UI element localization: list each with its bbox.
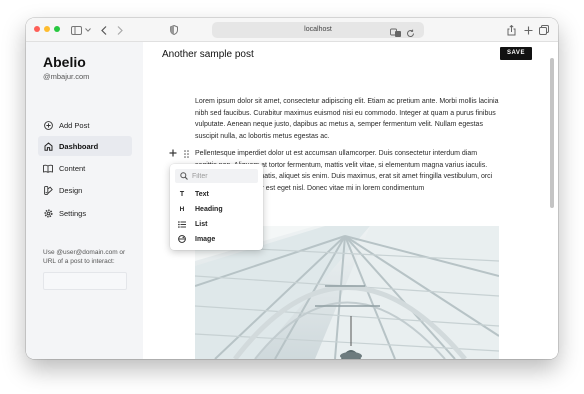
add-block-icon[interactable] bbox=[169, 149, 177, 157]
post-title[interactable]: Another sample post bbox=[162, 49, 254, 60]
block-type-menu: T Text H Heading List Image bbox=[170, 164, 263, 250]
menu-item-text[interactable]: T Text bbox=[175, 187, 258, 201]
sidebar-item-label: Content bbox=[59, 163, 86, 173]
search-icon bbox=[179, 171, 189, 181]
menu-item-image[interactable]: Image bbox=[175, 232, 258, 246]
menu-item-label: List bbox=[195, 220, 208, 228]
brand-name: Abelio bbox=[43, 54, 86, 70]
menu-item-label: Heading bbox=[195, 205, 223, 213]
interact-url-input[interactable] bbox=[43, 272, 127, 290]
chevron-down-icon[interactable] bbox=[84, 22, 92, 38]
drag-handle-icon[interactable] bbox=[182, 149, 190, 158]
sidebar-item-label: Add Post bbox=[59, 120, 90, 130]
menu-item-label: Image bbox=[195, 235, 216, 243]
browser-window: localhost Abelio @mbajur.com Add Post Da… bbox=[26, 18, 558, 359]
browser-toolbar: localhost bbox=[26, 18, 558, 42]
sidebar-item-dashboard[interactable]: Dashboard bbox=[38, 136, 132, 156]
list-icon bbox=[177, 219, 187, 229]
save-button[interactable]: SAVE bbox=[500, 47, 532, 60]
block-filter-field[interactable] bbox=[175, 169, 258, 183]
editor-area: Another sample post SAVE Lorem ipsum dol… bbox=[143, 42, 558, 359]
translate-icon[interactable] bbox=[390, 25, 402, 37]
sidebar: Abelio @mbajur.com Add Post Dashboard Co… bbox=[26, 42, 143, 359]
heading-icon: H bbox=[179, 205, 185, 213]
book-icon bbox=[43, 163, 53, 173]
minimize-window-button[interactable] bbox=[44, 26, 50, 32]
sidebar-item-design[interactable]: Design bbox=[38, 180, 132, 200]
home-icon bbox=[43, 141, 53, 151]
menu-item-list[interactable]: List bbox=[175, 217, 258, 231]
palette-icon bbox=[43, 185, 53, 195]
sidebar-item-label: Settings bbox=[59, 208, 87, 218]
new-tab-icon[interactable] bbox=[523, 22, 533, 38]
sidebar-item-label: Dashboard bbox=[59, 141, 99, 151]
gear-icon bbox=[43, 208, 53, 218]
reload-icon[interactable] bbox=[406, 25, 416, 37]
scrollbar[interactable] bbox=[550, 58, 554, 208]
address-bar[interactable]: localhost bbox=[212, 22, 424, 38]
text-icon: T bbox=[179, 190, 185, 198]
back-icon[interactable] bbox=[100, 22, 108, 38]
sidebar-item-content[interactable]: Content bbox=[38, 158, 132, 178]
share-icon[interactable] bbox=[506, 22, 516, 38]
sidebar-item-settings[interactable]: Settings bbox=[38, 203, 132, 223]
sidebar-toggle-icon[interactable] bbox=[70, 22, 82, 38]
forward-icon[interactable] bbox=[116, 22, 124, 38]
close-window-button[interactable] bbox=[34, 26, 40, 32]
sidebar-item-label: Design bbox=[59, 185, 83, 195]
brand-handle: @mbajur.com bbox=[43, 72, 90, 81]
menu-item-heading[interactable]: H Heading bbox=[175, 202, 258, 216]
interact-helper-text: Use @user@domain.com or URL of a post to… bbox=[43, 249, 126, 265]
image-icon bbox=[177, 234, 187, 244]
block-filter-input[interactable] bbox=[192, 172, 254, 180]
sidebar-item-add-post[interactable]: Add Post bbox=[38, 115, 132, 135]
tab-overview-icon[interactable] bbox=[539, 22, 549, 38]
plus-circle-icon bbox=[43, 120, 53, 130]
paragraph-block[interactable]: Lorem ipsum dolor sit amet, consectetur … bbox=[195, 96, 499, 142]
zoom-window-button[interactable] bbox=[54, 26, 60, 32]
menu-item-label: Text bbox=[195, 190, 209, 198]
shield-icon[interactable] bbox=[169, 22, 179, 38]
